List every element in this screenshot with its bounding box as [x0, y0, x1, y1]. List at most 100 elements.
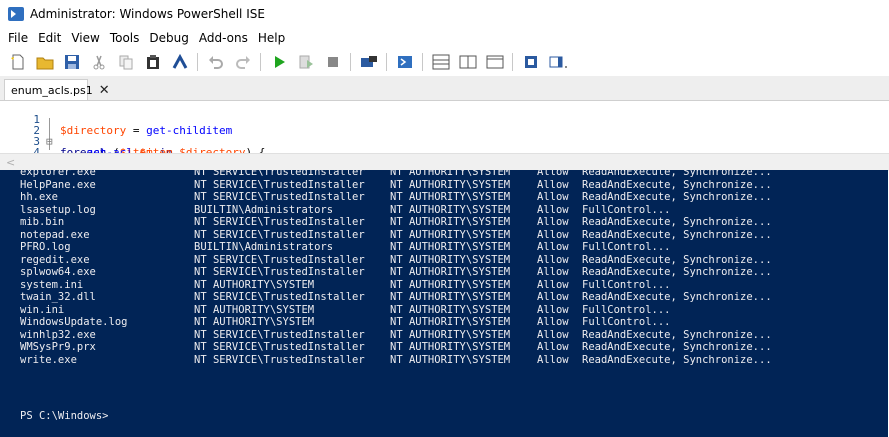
menu-file[interactable]: File	[8, 31, 28, 45]
layout-top-icon[interactable]	[432, 53, 450, 71]
access-type-cell: Allow	[537, 203, 569, 216]
group-cell: NT AUTHORITY\SYSTEM	[390, 341, 511, 353]
access-type-cell: Allow	[537, 253, 569, 266]
access-type-cell: Allow	[537, 266, 569, 278]
group-cell: NT AUTHORITY\SYSTEM	[390, 266, 511, 278]
toolbar-separator	[197, 53, 198, 71]
rights-cell: ReadAndExecute, Synchronize...	[582, 191, 772, 203]
copy-icon[interactable]	[117, 53, 135, 71]
rights-cell: ReadAndExecute, Synchronize...	[582, 178, 772, 191]
group-cell: NT AUTHORITY\SYSTEM	[390, 353, 511, 366]
powershell-icon[interactable]	[396, 53, 414, 71]
rights-cell: ReadAndExecute, Synchronize...	[582, 216, 772, 228]
open-folder-icon[interactable]	[36, 53, 54, 71]
access-type-cell: Allow	[537, 191, 569, 203]
owner-cell: NT AUTHORITY\SYSTEM	[194, 303, 315, 316]
owner-cell: NT SERVICE\TrustedInstaller	[194, 178, 365, 191]
save-icon[interactable]	[63, 53, 81, 71]
paste-icon[interactable]	[144, 53, 162, 71]
menu-add-ons[interactable]: Add-ons	[199, 31, 248, 45]
layout-right-icon[interactable]	[459, 53, 477, 71]
scroll-left-icon[interactable]: <	[6, 156, 15, 169]
access-type-cell: Allow	[537, 216, 569, 228]
owner-cell: NT SERVICE\TrustedInstaller	[194, 353, 365, 366]
show-commands-icon[interactable]	[522, 53, 540, 71]
stop-icon[interactable]	[324, 53, 342, 71]
file-name-cell: HelpPane.exe	[20, 178, 96, 191]
clear-icon[interactable]	[171, 53, 189, 71]
file-name-cell: WMSysPr9.prx	[20, 341, 96, 353]
run-icon[interactable]	[270, 53, 288, 71]
owner-cell: NT SERVICE\TrustedInstaller	[194, 170, 365, 178]
owner-cell: NT SERVICE\TrustedInstaller	[194, 341, 365, 353]
access-type-cell: Allow	[537, 353, 569, 366]
group-cell: NT AUTHORITY\SYSTEM	[390, 328, 511, 341]
menu-bar: File Edit View Tools Debug Add-ons Help	[0, 28, 889, 48]
access-type-cell: Allow	[537, 278, 569, 291]
group-cell: NT AUTHORITY\SYSTEM	[390, 241, 511, 253]
rights-cell: FullControl...	[582, 303, 671, 316]
console-pane[interactable]: explorer.exe NT SERVICE\TrustedInstaller N…	[0, 170, 888, 437]
toolbar-separator	[386, 53, 387, 71]
owner-cell: NT SERVICE\TrustedInstaller	[194, 328, 365, 341]
access-type-cell: Allow	[537, 341, 569, 353]
menu-help[interactable]: Help	[258, 31, 285, 45]
toolbar-separator	[260, 53, 261, 71]
script-tab-strip: enum_acls.ps1 ✕	[0, 76, 889, 101]
rights-cell: FullControl...	[582, 203, 671, 216]
group-cell: NT AUTHORITY\SYSTEM	[390, 178, 511, 191]
file-name-cell: explorer.exe	[20, 170, 96, 178]
cut-icon[interactable]	[90, 53, 108, 71]
group-cell: NT AUTHORITY\SYSTEM	[390, 191, 511, 203]
group-cell: NT AUTHORITY\SYSTEM	[390, 216, 511, 228]
owner-cell: BUILTIN\Administrators	[194, 203, 334, 216]
group-cell: NT AUTHORITY\SYSTEM	[390, 278, 511, 291]
file-name-cell: splwow64.exe	[20, 266, 96, 278]
rights-cell: ReadAndExecute, Synchronize...	[582, 328, 772, 341]
rights-cell: ReadAndExecute, Synchronize...	[582, 341, 772, 353]
file-name-cell: system.ini	[20, 278, 84, 291]
menu-view[interactable]: View	[71, 31, 99, 45]
file-name-cell: notepad.exe	[20, 228, 90, 241]
file-name-cell: hh.exe	[20, 191, 58, 203]
rights-cell: ReadAndExecute, Synchronize...	[582, 228, 772, 241]
group-cell: NT AUTHORITY\SYSTEM	[390, 170, 511, 178]
rights-cell: ReadAndExecute, Synchronize...	[582, 266, 772, 278]
new-file-icon[interactable]	[9, 53, 27, 71]
command-addon-icon[interactable]	[549, 53, 567, 71]
owner-cell: NT SERVICE\TrustedInstaller	[194, 228, 365, 241]
tab-enum-acls[interactable]: enum_acls.ps1 ✕	[4, 79, 110, 100]
file-name-cell: WindowsUpdate.log	[20, 316, 128, 328]
toolbar	[0, 48, 889, 76]
file-name-cell: lsasetup.log	[20, 203, 96, 216]
fold-collapse-icon[interactable]: ⊟	[46, 136, 53, 147]
toolbar-separator	[350, 53, 351, 71]
rights-cell: FullControl...	[582, 316, 671, 328]
redo-icon[interactable]	[234, 53, 252, 71]
run-selection-icon[interactable]	[297, 53, 315, 71]
group-cell: NT AUTHORITY\SYSTEM	[390, 253, 511, 266]
menu-edit[interactable]: Edit	[38, 31, 61, 45]
file-name-cell: twain_32.dll	[20, 291, 96, 303]
access-type-cell: Allow	[537, 291, 569, 303]
undo-icon[interactable]	[207, 53, 225, 71]
access-type-cell: Allow	[537, 178, 569, 191]
file-name-cell: regedit.exe	[20, 253, 90, 266]
menu-debug[interactable]: Debug	[149, 31, 188, 45]
code-line: 3 get-acl $item	[0, 125, 172, 158]
menu-tools[interactable]: Tools	[110, 31, 140, 45]
editor-horizontal-scrollbar[interactable]: <	[0, 153, 889, 171]
owner-cell: NT SERVICE\TrustedInstaller	[194, 216, 365, 228]
access-type-cell: Allow	[537, 328, 569, 341]
code-line: 1 $directory = get-childitem	[0, 103, 232, 136]
script-editor[interactable]: 1 $directory = get-childitem 2 ⊟ foreach…	[0, 101, 889, 169]
file-name-cell: mib.bin	[20, 216, 65, 228]
window-title: Administrator: Windows PowerShell ISE	[30, 7, 265, 21]
close-icon[interactable]: ✕	[99, 83, 110, 98]
access-type-cell: Allow	[537, 228, 569, 241]
toolbar-separator	[422, 53, 423, 71]
layout-maximize-icon[interactable]	[486, 53, 504, 71]
console-prompt[interactable]: PS C:\Windows>	[20, 410, 109, 422]
remote-powershell-icon[interactable]	[360, 53, 378, 71]
owner-cell: NT SERVICE\TrustedInstaller	[194, 266, 365, 278]
